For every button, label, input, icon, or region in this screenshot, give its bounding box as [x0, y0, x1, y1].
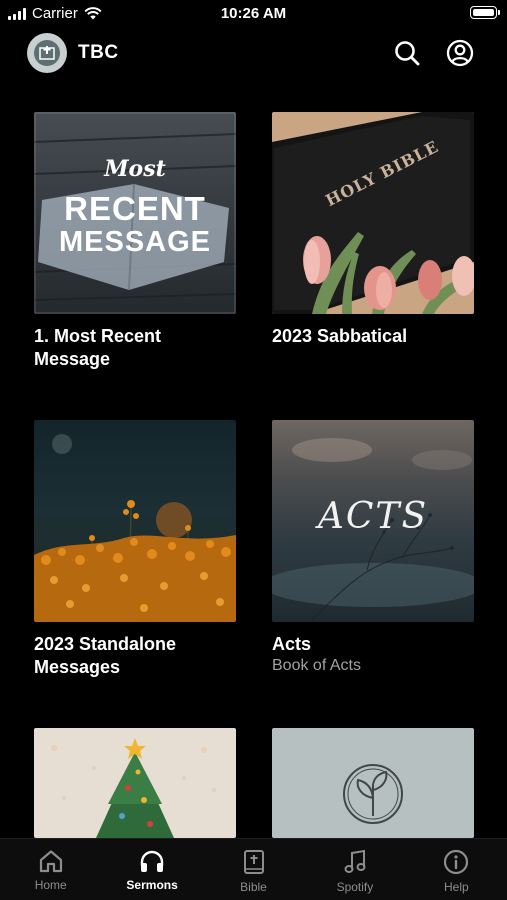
account-icon	[446, 39, 474, 67]
series-title: 2023 Sabbatical	[272, 326, 408, 346]
sprout-emblem-artwork	[343, 764, 403, 824]
music-note-icon	[344, 849, 366, 873]
app-header: TBC	[0, 30, 507, 76]
series-card[interactable]	[34, 728, 236, 838]
tab-help-label: Help	[443, 880, 469, 894]
series-artwork: HOLY BIBLE	[272, 112, 474, 314]
series-subtitle: Book of Acts	[272, 657, 361, 674]
artwork-text-message: MESSAGE	[58, 226, 212, 258]
series-card[interactable]	[272, 728, 474, 838]
tab-bible-label: Bible	[240, 880, 267, 894]
series-artwork	[34, 728, 236, 838]
wildflowers-photo	[34, 434, 236, 622]
series-card[interactable]: HOLY BIBLE 2023 Sabbatical	[272, 112, 474, 348]
tab-home-label: Home	[34, 878, 67, 892]
search-icon	[395, 41, 420, 66]
series-artwork	[272, 728, 474, 838]
church-logo[interactable]	[27, 33, 67, 73]
search-button[interactable]	[392, 38, 422, 68]
tab-sermons[interactable]: Sermons	[101, 839, 202, 900]
tab-spotify-label: Spotify	[336, 880, 374, 894]
tab-bible[interactable]: Bible	[203, 839, 304, 900]
tab-spotify[interactable]: Spotify	[304, 839, 405, 900]
tab-home[interactable]: Home	[0, 839, 101, 900]
battery-icon	[470, 6, 500, 19]
artwork-text-acts: ACTS	[317, 496, 429, 537]
clock: 10:26 AM	[220, 5, 287, 22]
series-artwork: ACTS	[272, 420, 474, 622]
tab-bar: Home Sermons Bible Spotify Help	[0, 838, 507, 900]
series-card[interactable]: 2023 Standalone Messages	[34, 420, 236, 679]
home-icon	[39, 850, 62, 873]
account-button[interactable]	[445, 38, 475, 68]
headphones-icon	[140, 850, 164, 872]
series-artwork: Most RECENT MESSAGE	[34, 112, 236, 314]
christmas-tree-artwork	[51, 738, 216, 838]
bible-icon	[243, 850, 264, 874]
series-artwork	[34, 420, 236, 622]
series-title: 1. Most Recent Message	[34, 326, 162, 369]
app-title: TBC	[78, 42, 119, 63]
series-card[interactable]: ACTS Acts Book of Acts	[272, 420, 474, 675]
series-card[interactable]: Most RECENT MESSAGE 1. Most Recent Messa…	[34, 112, 236, 371]
tab-help[interactable]: Help	[406, 839, 507, 900]
info-icon	[444, 849, 469, 875]
artwork-text-recent: RECENT	[64, 190, 206, 227]
status-bar: Carrier 10:26 AM	[0, 0, 507, 28]
holy-bible-photo	[272, 112, 474, 314]
tab-sermons-label: Sermons	[126, 878, 178, 892]
artwork-text-most: Most	[104, 156, 166, 182]
series-title: 2023 Standalone Messages	[34, 634, 177, 677]
logo-emblem-icon	[34, 40, 60, 66]
series-title: Acts	[272, 634, 312, 654]
